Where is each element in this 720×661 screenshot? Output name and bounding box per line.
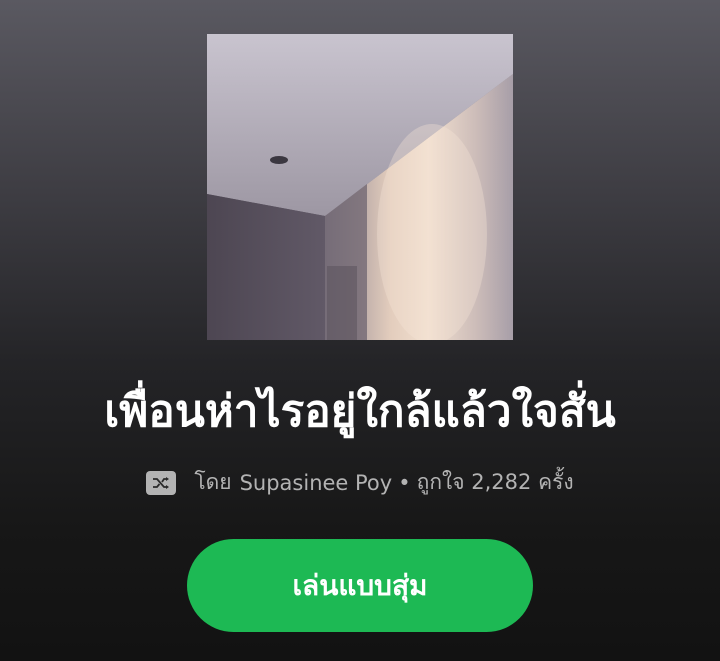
owner-name[interactable]: Supasinee Poy (240, 471, 393, 495)
playlist-title: เพื่อนห่าไรอยู่ใกล้แล้วใจสั่น (104, 386, 616, 437)
playlist-meta: โดย Supasinee Poy • ถูกใจ 2,282 ครั้ง (0, 466, 720, 499)
shuffle-icon (146, 470, 177, 495)
playlist-cover-image (207, 34, 513, 340)
meta-separator: • (398, 470, 411, 495)
shuffle-play-button[interactable]: เล่นแบบสุ่ม (187, 539, 533, 632)
by-label: โดย (194, 470, 232, 494)
likes-count: ถูกใจ 2,282 ครั้ง (416, 470, 574, 494)
